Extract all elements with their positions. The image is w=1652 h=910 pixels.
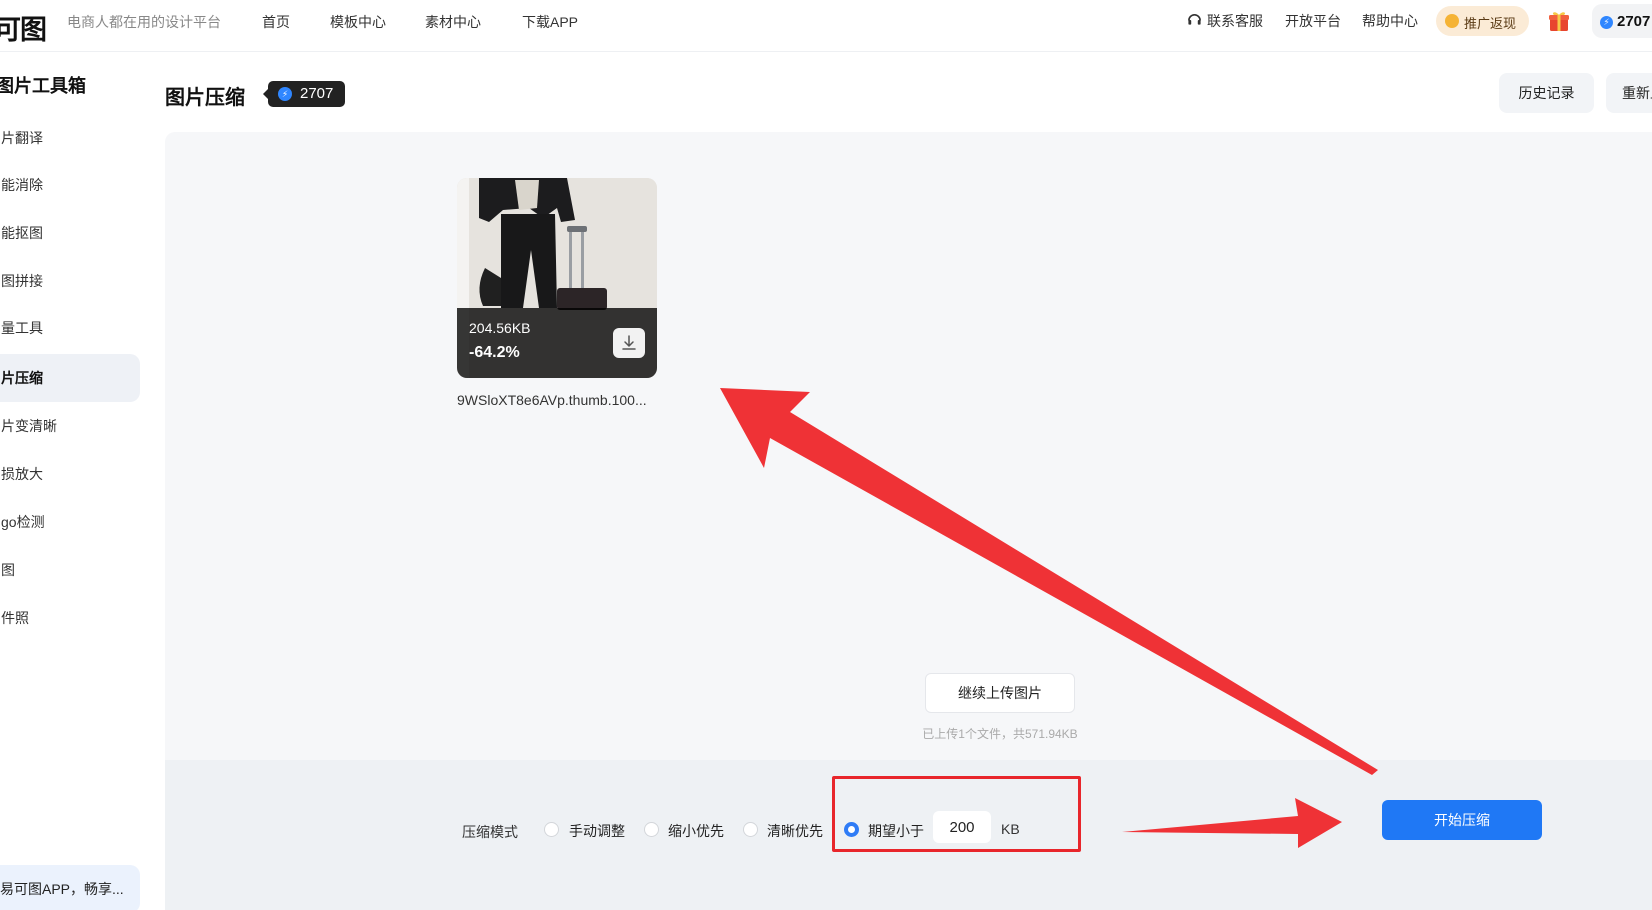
- nav-download-app[interactable]: 下载APP: [522, 12, 578, 32]
- app-download-banner[interactable]: 易可图APP，畅享...: [0, 865, 140, 910]
- support-link[interactable]: 联系客服: [1207, 11, 1263, 31]
- radio-manual[interactable]: [544, 822, 559, 837]
- reset-button[interactable]: 重新上传: [1606, 73, 1652, 113]
- compressed-size: 204.56KB: [469, 320, 531, 336]
- promo-label: 推广返现: [1464, 16, 1517, 31]
- lightning-icon: ⚡: [278, 87, 292, 101]
- coin-icon: [1445, 14, 1459, 28]
- download-button[interactable]: [613, 328, 645, 358]
- compression-toolbar: 压缩模式 手动调整 缩小优先 清晰优先 期望小于 KB 开始压缩: [165, 760, 1652, 910]
- option-clarity-first-label[interactable]: 清晰优先: [767, 821, 823, 841]
- headset-icon[interactable]: [1187, 12, 1202, 27]
- gift-icon[interactable]: [1547, 9, 1571, 33]
- upload-more-button[interactable]: 继续上传图片: [925, 673, 1075, 713]
- help-center-link[interactable]: 帮助中心: [1362, 11, 1418, 31]
- count-badge: ⚡ 2707: [263, 81, 345, 107]
- logo[interactable]: 可图: [0, 8, 47, 47]
- lightning-icon: ⚡: [1600, 16, 1613, 29]
- start-compress-button[interactable]: 开始压缩: [1382, 800, 1542, 840]
- sidebar-item-upscale[interactable]: 损放大: [0, 450, 140, 498]
- sidebar-item-sharpen[interactable]: 片变清晰: [0, 402, 140, 450]
- thumbnail-info: 204.56KB -64.2%: [457, 308, 657, 378]
- compression-ratio: -64.2%: [469, 344, 520, 361]
- coin-balance[interactable]: ⚡ 2707: [1592, 4, 1652, 38]
- download-icon: [622, 335, 636, 350]
- badge-count: 2707: [300, 85, 334, 102]
- sidebar-item-logo-check[interactable]: go检测: [0, 498, 140, 546]
- sidebar-item-stitch[interactable]: 图拼接: [0, 257, 140, 305]
- option-size-first-label[interactable]: 缩小优先: [668, 821, 724, 841]
- compression-mode-label: 压缩模式: [462, 824, 518, 840]
- nav-home[interactable]: 首页: [262, 12, 290, 32]
- sidebar-item-compress[interactable]: 片压缩: [0, 354, 140, 402]
- open-platform-link[interactable]: 开放平台: [1285, 11, 1341, 31]
- sidebar: 图片工具箱 片翻译 能消除 能抠图 图拼接 量工具 片压缩 片变清晰 损放大 g…: [0, 52, 150, 910]
- work-area: 204.56KB -64.2% 9WSloXT8e6AVp.thumb.100.…: [165, 132, 1652, 910]
- sidebar-item-image[interactable]: 图: [0, 546, 140, 594]
- radio-clarity-first[interactable]: [743, 822, 758, 837]
- upload-status: 已上传1个文件，共571.94KB: [922, 727, 1078, 741]
- radio-size-first[interactable]: [644, 822, 659, 837]
- option-manual-label[interactable]: 手动调整: [569, 821, 625, 841]
- history-button[interactable]: 历史记录: [1499, 73, 1594, 113]
- image-thumbnail[interactable]: 204.56KB -64.2%: [457, 178, 657, 378]
- sidebar-item-erase[interactable]: 能消除: [0, 161, 140, 209]
- nav-templates[interactable]: 模板中心: [330, 12, 386, 32]
- sidebar-item-cutout[interactable]: 能抠图: [0, 209, 140, 257]
- nav-materials[interactable]: 素材中心: [425, 12, 481, 32]
- sidebar-title: 图片工具箱: [0, 76, 86, 96]
- sidebar-item-batch[interactable]: 量工具: [0, 304, 140, 352]
- thumbnail-filename: 9WSloXT8e6AVp.thumb.100...: [457, 392, 647, 408]
- tagline: 电商人都在用的设计平台: [67, 14, 221, 30]
- promo-button[interactable]: 推广返现: [1436, 6, 1529, 36]
- sidebar-item-id-photo[interactable]: 件照: [0, 594, 140, 642]
- page-title: 图片压缩: [165, 87, 245, 109]
- coin-count: 2707: [1617, 13, 1651, 30]
- sidebar-item-translate[interactable]: 片翻译: [0, 114, 140, 162]
- annotation-highlight-box: [832, 776, 1081, 852]
- top-header: 可图 电商人都在用的设计平台 首页 模板中心 素材中心 下载APP 联系客服 开…: [0, 0, 1652, 52]
